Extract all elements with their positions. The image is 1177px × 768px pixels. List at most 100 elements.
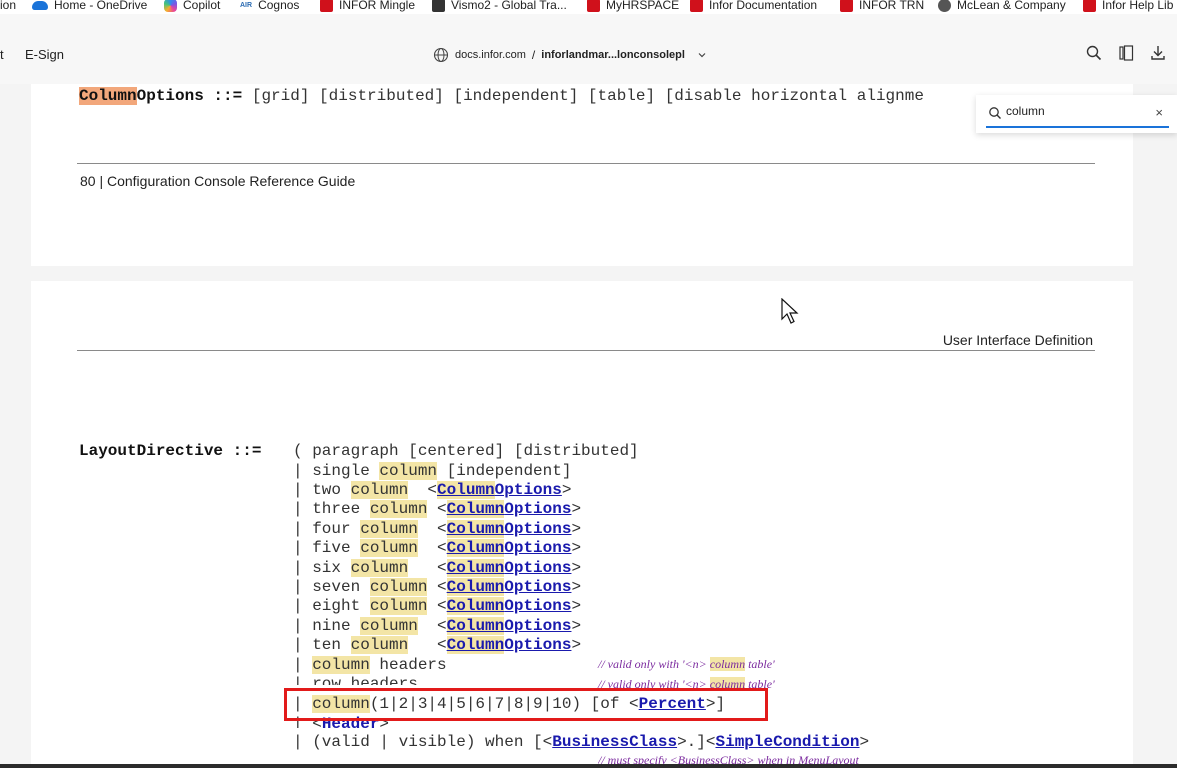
column-options-link[interactable]: ColumnOptions — [446, 558, 571, 577]
air-icon: AIR — [240, 1, 253, 9]
bookmark-item[interactable]: Infor Documentation — [690, 0, 817, 12]
simple-condition-link[interactable]: SimpleCondition — [715, 733, 859, 751]
bookmark-label: Vismo2 - Global Tra... — [451, 0, 567, 12]
definition-body: [grid] [distributed] [independent] [tabl… — [242, 87, 924, 105]
search-match: column — [350, 481, 409, 499]
bookmark-label: Infor Help Lib — [1102, 0, 1174, 12]
search-match: column — [709, 657, 746, 671]
bookmark-label: McLean & Company — [957, 0, 1066, 12]
vismo-icon — [432, 0, 445, 12]
bookmark-label: Infor Documentation — [709, 0, 818, 12]
infor-icon — [840, 0, 853, 12]
download-icon[interactable] — [1149, 44, 1167, 62]
grammar-line: | eight column <ColumnOptions> — [293, 597, 582, 616]
grammar-line: | six column <ColumnOptions> — [293, 558, 582, 577]
globe-icon — [938, 0, 951, 12]
grammar-line: | seven column <ColumnOptions> — [293, 578, 582, 596]
bookmark-item[interactable]: McLean & Company — [938, 0, 1066, 12]
search-match: column — [350, 558, 409, 577]
infor-icon — [320, 0, 333, 12]
column-options-link[interactable]: ColumnOptions — [437, 481, 562, 499]
infor-icon — [690, 0, 703, 12]
path-separator: / — [531, 48, 536, 62]
grammar-line: | row headers — [293, 675, 418, 685]
find-input-underline — [986, 126, 1169, 128]
document-filename[interactable]: inforlandmar...lonconsolepl — [541, 49, 685, 61]
column-options-definition: ColumnOptions ::= [grid] [distributed] [… — [79, 87, 924, 105]
close-icon[interactable]: × — [1155, 105, 1163, 120]
document-location: docs.infor.com / inforlandmar...lonconso… — [433, 47, 709, 63]
search-match: column — [360, 519, 418, 538]
infor-icon — [1083, 0, 1096, 12]
grammar-line: | (valid | visible) when [<BusinessClass… — [293, 733, 870, 751]
bookmark-item[interactable]: Vismo2 - Global Tra... — [432, 0, 567, 12]
taskbar-strip — [0, 764, 1177, 768]
grammar-line: | five column <ColumnOptions> — [293, 539, 582, 558]
esign-button[interactable]: E-Sign — [25, 47, 64, 62]
business-class-link[interactable]: BusinessClass — [552, 733, 677, 751]
onedrive-icon — [32, 0, 48, 10]
search-match-current: Column — [79, 87, 137, 105]
grammar-line: | four column <ColumnOptions> — [293, 519, 582, 538]
search-icon — [989, 107, 1001, 119]
grammar-comment: // must specify <BusinessClass> when in … — [598, 753, 859, 764]
bookmarks-bar: ion Home - OneDrive Copilot AIR Cognos INFOR … — [0, 0, 1177, 14]
column-options-link[interactable]: ColumnOptions — [446, 636, 571, 655]
bookmark-item[interactable]: INFOR TRN — [840, 0, 924, 12]
grammar-line: | nine column <ColumnOptions> — [293, 616, 582, 635]
page-footer: 80 | Configuration Console Reference Gui… — [80, 173, 356, 189]
grammar-line: | ten column <ColumnOptions> — [293, 636, 582, 655]
copilot-icon — [164, 0, 177, 12]
column-options-link[interactable]: ColumnOptions — [446, 597, 571, 616]
bookmark-label: Copilot — [183, 0, 221, 12]
search-icon[interactable] — [1085, 44, 1103, 62]
search-match: column — [379, 462, 438, 480]
grammar-comment: // valid only with '<n> column table' — [598, 657, 775, 671]
column-options-link[interactable]: ColumnOptions — [446, 539, 571, 558]
layout-directive-term: LayoutDirective ::= — [79, 442, 262, 460]
bookmark-item[interactable]: Home - OneDrive — [32, 0, 147, 12]
infor-icon — [587, 0, 600, 12]
bookmark-label: Home - OneDrive — [54, 0, 148, 12]
page-header: User Interface Definition — [942, 332, 1093, 348]
grammar-line: | column headers — [293, 656, 447, 674]
bookmark-label: INFOR Mingle — [339, 0, 416, 12]
bookmark-item[interactable]: MyHRSPACE — [587, 0, 679, 12]
search-match: column — [360, 616, 418, 635]
column-options-link[interactable]: ColumnOptions — [446, 519, 571, 538]
chevron-down-icon[interactable] — [695, 48, 709, 62]
mouse-cursor-icon — [781, 298, 799, 324]
bookmark-label: INFOR TRN — [859, 0, 925, 12]
find-input[interactable] — [1006, 104, 1146, 118]
search-match: column — [369, 597, 428, 616]
page-view-icon[interactable] — [1117, 44, 1135, 62]
column-options-link[interactable]: ColumnOptions — [446, 578, 571, 596]
find-in-document-box: × — [976, 95, 1177, 133]
pdf-toolbar: t E-Sign docs.infor.com / inforlandmar..… — [0, 14, 1177, 84]
bookmark-item[interactable]: INFOR Mingle — [320, 0, 415, 12]
highlight-annotation-box — [284, 688, 768, 721]
definition-term: Options ::= — [136, 87, 243, 105]
bookmark-label: ion — [0, 0, 17, 12]
bookmark-label: MyHRSPACE — [606, 0, 680, 12]
column-options-link[interactable]: ColumnOptions — [446, 616, 571, 635]
bookmark-item[interactable]: Copilot — [164, 0, 220, 12]
column-options-link[interactable]: ColumnOptions — [446, 500, 571, 519]
bookmark-label: Cognos — [258, 0, 300, 12]
document-domain: docs.infor.com — [455, 49, 526, 61]
globe-icon — [433, 47, 449, 63]
search-match: column — [312, 656, 370, 674]
page-header-rule — [77, 350, 1095, 351]
search-match: column — [369, 500, 428, 519]
bookmark-item[interactable]: Infor Help Lib — [1083, 0, 1173, 12]
bookmark-item[interactable]: ion — [0, 0, 16, 12]
bookmark-item[interactable]: AIR Cognos — [240, 0, 299, 12]
grammar-line: | two column <ColumnOptions> — [293, 481, 572, 499]
page-footer-rule — [77, 163, 1095, 164]
grammar-line: | three column <ColumnOptions> — [293, 500, 582, 519]
toolbar-partial-item[interactable]: t — [0, 47, 4, 62]
search-match: column — [369, 578, 428, 596]
grammar-line: ( paragraph [centered] [distributed] — [293, 442, 639, 460]
search-match: column — [350, 636, 409, 655]
grammar-line: | single column [independent] — [293, 462, 572, 480]
